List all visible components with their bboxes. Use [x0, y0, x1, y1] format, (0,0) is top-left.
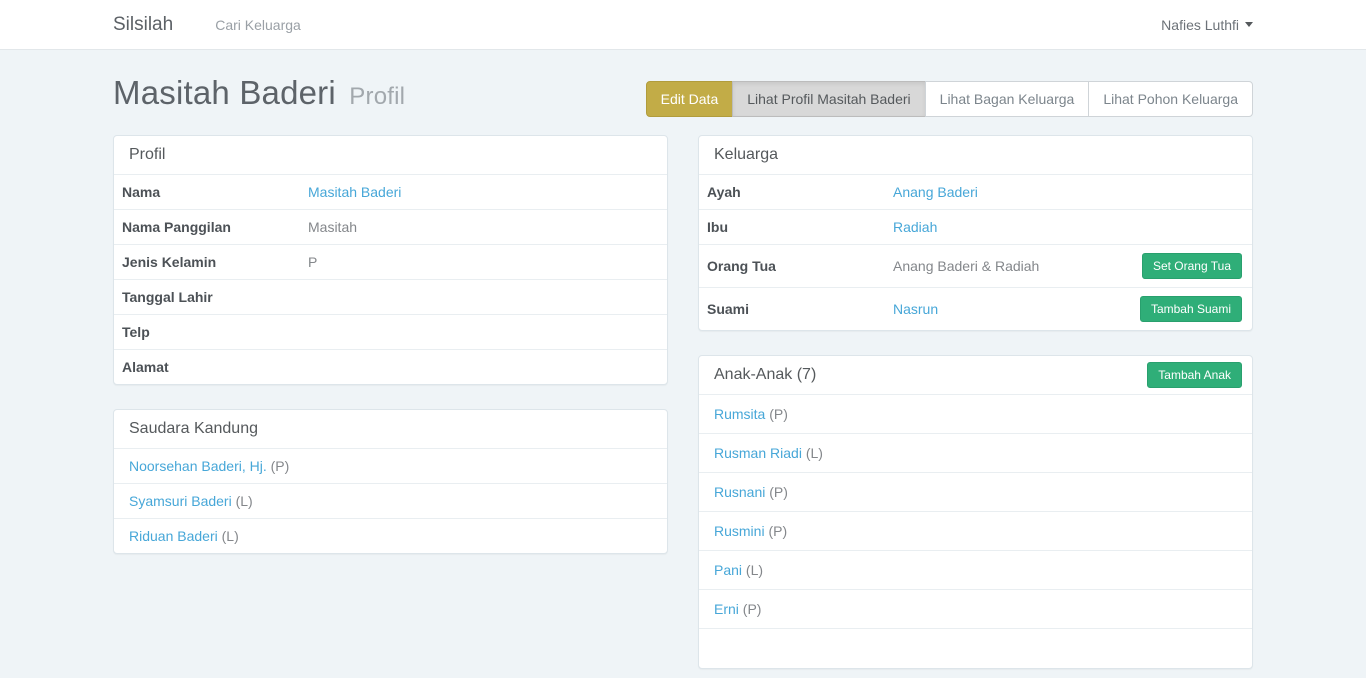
list-item: Rusman Riadi (L) [699, 433, 1252, 472]
person-name-title: Masitah Baderi [113, 74, 336, 111]
field-label-orang-tua: Orang Tua [699, 245, 885, 288]
person-link[interactable]: Riduan Baderi [129, 528, 218, 544]
page-header: Masitah Baderi Profil Edit Data Lihat Pr… [113, 74, 1253, 117]
field-label-tanggal-lahir: Tanggal Lahir [114, 280, 300, 315]
gender-tag: (P) [743, 601, 762, 617]
list-item: Rusnani (P) [699, 472, 1252, 511]
person-link[interactable]: Rusmini [714, 523, 765, 539]
profil-panel-title: Profil [114, 136, 667, 174]
person-link[interactable]: Nasrun [893, 301, 938, 317]
field-label-telp: Telp [114, 315, 300, 350]
table-row: Telp [114, 315, 667, 350]
field-label-suami: Suami [699, 288, 885, 331]
anak-panel-title: Anak-Anak (7) [714, 366, 816, 384]
profile-actions-group: Edit Data Lihat Profil Masitah Baderi Li… [646, 81, 1253, 117]
person-link[interactable]: Anang Baderi [893, 184, 978, 200]
person-link[interactable]: Syamsuri Baderi [129, 493, 232, 509]
page-subtitle: Profil [349, 83, 405, 110]
keluarga-panel: Keluarga Ayah Anang Baderi Ibu Radiah Or… [698, 135, 1253, 331]
set-orang-tua-button[interactable]: Set Orang Tua [1142, 253, 1242, 279]
navbar: Silsilah Cari Keluarga Nafies Luthfi [0, 0, 1366, 50]
nav-item-cari-keluarga[interactable]: Cari Keluarga [215, 17, 301, 33]
gender-tag: (L) [806, 445, 823, 461]
field-label-ayah: Ayah [699, 175, 885, 210]
person-link[interactable]: Rusnani [714, 484, 765, 500]
gender-tag: (L) [746, 562, 763, 578]
list-item: Noorsehan Baderi, Hj. (P) [114, 448, 667, 483]
lihat-pohon-button[interactable]: Lihat Pohon Keluarga [1088, 81, 1253, 117]
app-brand[interactable]: Silsilah [113, 14, 173, 36]
user-name: Nafies Luthfi [1161, 17, 1239, 33]
field-value [300, 280, 667, 315]
list-item: Pani (L) [699, 550, 1252, 589]
field-value: P [300, 245, 667, 280]
field-label-ibu: Ibu [699, 210, 885, 245]
list-item [699, 628, 1252, 668]
saudara-kandung-panel: Saudara Kandung Noorsehan Baderi, Hj. (P… [113, 409, 668, 554]
field-value: Masitah [300, 210, 667, 245]
table-row: Jenis Kelamin P [114, 245, 667, 280]
profil-panel: Profil Nama Masitah Baderi Nama Panggila… [113, 135, 668, 385]
table-row: Suami Nasrun Tambah Suami [699, 288, 1252, 331]
field-value [300, 350, 667, 385]
edit-data-button[interactable]: Edit Data [646, 81, 734, 117]
list-item: Erni (P) [699, 589, 1252, 628]
page-title: Masitah Baderi Profil [113, 74, 405, 112]
field-value [300, 315, 667, 350]
table-row: Ibu Radiah [699, 210, 1252, 245]
lihat-bagan-button[interactable]: Lihat Bagan Keluarga [925, 81, 1090, 117]
person-link[interactable]: Pani [714, 562, 742, 578]
gender-tag: (P) [769, 406, 788, 422]
field-label-jenis-kelamin: Jenis Kelamin [114, 245, 300, 280]
field-value: Anang Baderi & Radiah [885, 245, 1096, 288]
table-row: Alamat [114, 350, 667, 385]
list-item: Riduan Baderi (L) [114, 518, 667, 553]
field-label-alamat: Alamat [114, 350, 300, 385]
list-item: Rusmini (P) [699, 511, 1252, 550]
field-label-nama-panggilan: Nama Panggilan [114, 210, 300, 245]
person-link[interactable]: Masitah Baderi [308, 184, 401, 200]
list-item: Rumsita (P) [699, 394, 1252, 433]
person-link[interactable]: Rumsita [714, 406, 765, 422]
anak-anak-panel: Anak-Anak (7) Tambah Anak Rumsita (P) Ru… [698, 355, 1253, 669]
table-row: Nama Panggilan Masitah [114, 210, 667, 245]
table-row: Orang Tua Anang Baderi & Radiah Set Oran… [699, 245, 1252, 288]
gender-tag: (L) [222, 528, 239, 544]
tambah-anak-button[interactable]: Tambah Anak [1147, 362, 1242, 388]
keluarga-panel-title: Keluarga [699, 136, 1252, 174]
saudara-panel-title: Saudara Kandung [114, 410, 667, 448]
table-row: Nama Masitah Baderi [114, 175, 667, 210]
gender-tag: (P) [271, 458, 290, 474]
chevron-down-icon [1245, 22, 1253, 27]
gender-tag: (P) [769, 484, 788, 500]
table-row: Ayah Anang Baderi [699, 175, 1252, 210]
tambah-suami-button[interactable]: Tambah Suami [1140, 296, 1242, 322]
gender-tag: (P) [768, 523, 787, 539]
user-dropdown[interactable]: Nafies Luthfi [1161, 17, 1253, 33]
table-row: Tanggal Lahir [114, 280, 667, 315]
gender-tag: (L) [236, 493, 253, 509]
person-link[interactable]: Rusman Riadi [714, 445, 802, 461]
person-link[interactable]: Noorsehan Baderi, Hj. [129, 458, 267, 474]
lihat-profil-button[interactable]: Lihat Profil Masitah Baderi [732, 81, 925, 117]
person-link[interactable]: Erni [714, 601, 739, 617]
person-link[interactable]: Radiah [893, 219, 937, 235]
list-item: Syamsuri Baderi (L) [114, 483, 667, 518]
field-label-nama: Nama [114, 175, 300, 210]
